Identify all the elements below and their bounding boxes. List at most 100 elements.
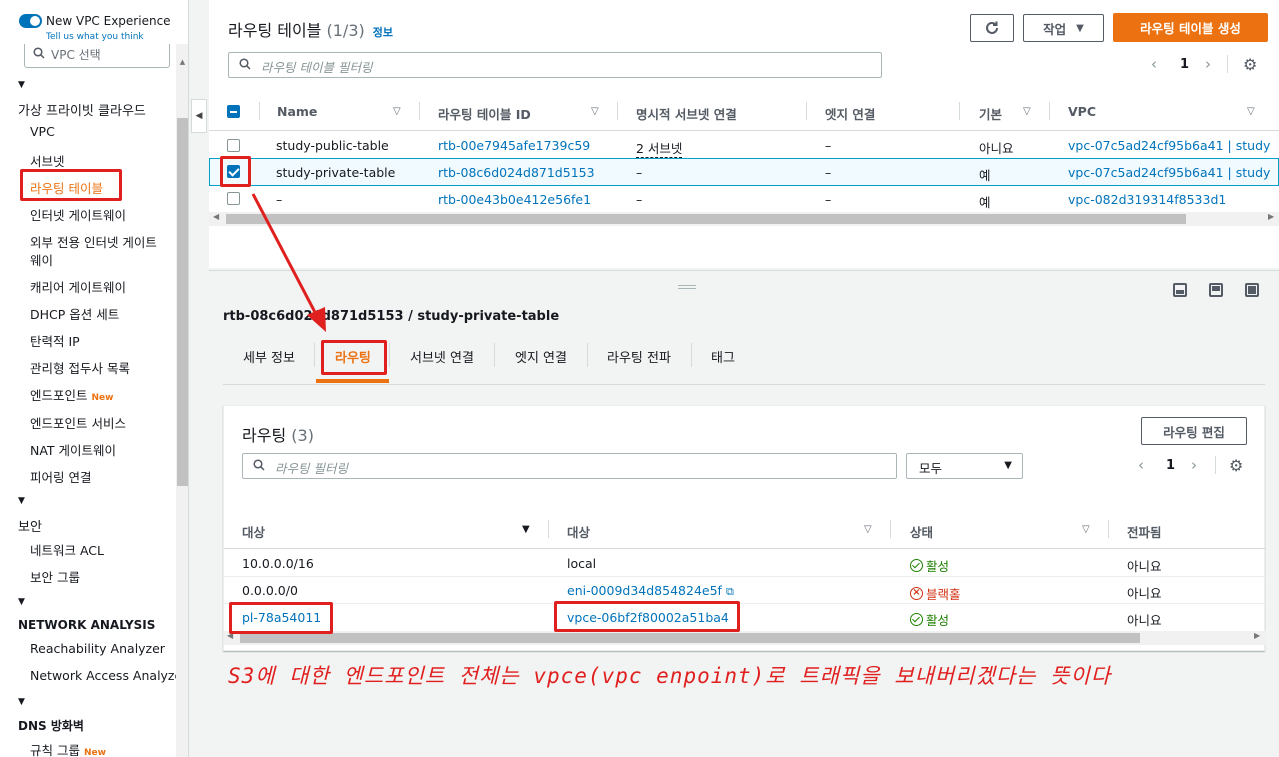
col-header-explicit-subnet[interactable]: 명시적 서브넷 연결 (636, 104, 737, 123)
col-header-edge[interactable]: 엣지 연결 (825, 104, 875, 123)
create-route-table-button[interactable]: 라우팅 테이블 생성 (1113, 13, 1268, 42)
select-all-checkbox[interactable] (227, 105, 240, 118)
sidebar-item-security-groups[interactable]: 보안 그룹 (30, 567, 80, 586)
caret-down-icon[interactable]: ▼ (18, 697, 25, 707)
routes-filter-select[interactable]: 모두 ▼ (906, 453, 1023, 479)
sidebar-item-elastic-ip[interactable]: 탄력적 IP (30, 331, 80, 350)
actions-dropdown[interactable]: 작업 ▼ (1023, 14, 1104, 42)
row-checkbox[interactable] (227, 139, 240, 152)
info-link[interactable]: 정보 (373, 26, 393, 39)
target-link[interactable]: eni-0009d34d854824e5f (567, 583, 722, 598)
col-header-status[interactable]: 상태 (910, 522, 933, 541)
sidebar-item-peering[interactable]: 피어링 연결 (30, 467, 91, 486)
caret-down-icon: ▼ (1004, 460, 1012, 471)
page-number[interactable]: 1 (1166, 458, 1175, 473)
divider (806, 102, 807, 120)
divider (494, 343, 495, 367)
new-vpc-experience-toggle[interactable] (19, 14, 42, 28)
sidebar-item-vpc[interactable]: VPC (30, 124, 55, 139)
scroll-left-icon[interactable]: ◀ (213, 212, 219, 221)
sort-icon[interactable]: ▽ (864, 524, 872, 535)
sidebar-item-endpoints[interactable]: 엔드포인트 New (30, 385, 113, 404)
scroll-up-icon[interactable]: ▲ (177, 58, 188, 66)
status-text: 활성 (926, 613, 950, 628)
col-header-name[interactable]: Name (277, 104, 317, 119)
cell-vpc[interactable]: vpc-07c5ad24cf95b6a41 | study (1068, 165, 1270, 180)
sidebar-item-egress-only-gateways[interactable]: 외부 전용 인터넷 게이트 (30, 232, 157, 251)
edit-routes-button[interactable]: 라우팅 편집 (1141, 417, 1247, 445)
cell-status: 활성 (910, 610, 949, 629)
divider (691, 343, 692, 367)
cell-route-table-id[interactable]: rtb-00e43b0e412e56fe1 (438, 192, 591, 207)
gear-icon[interactable]: ⚙ (1229, 456, 1243, 475)
scrollbar-thumb[interactable] (226, 214, 1186, 224)
page-title: 라우팅 테이블 (1/3) 정보 (228, 17, 393, 41)
refresh-button[interactable] (970, 14, 1014, 42)
chevron-left-icon[interactable]: ‹ (1138, 456, 1144, 474)
panel-resize-handle[interactable] (678, 285, 696, 289)
chevron-right-icon[interactable]: › (1205, 55, 1211, 73)
sort-icon[interactable]: ▽ (393, 106, 401, 117)
tab-details[interactable]: 세부 정보 (243, 347, 295, 366)
sidebar-item-dhcp-options[interactable]: DHCP 옵션 세트 (30, 304, 119, 323)
feedback-link[interactable]: Tell us what you think (46, 32, 144, 42)
route-table-filter-input[interactable]: 라우팅 테이블 필터링 (228, 52, 882, 78)
panel-side-icon[interactable] (1209, 283, 1223, 297)
sort-icon[interactable]: ▽ (1247, 106, 1255, 117)
sort-icon[interactable]: ▽ (1023, 106, 1031, 117)
sidebar-item-internet-gateways[interactable]: 인터넷 게이트웨이 (30, 205, 126, 224)
sidebar-item-reachability-analyzer[interactable]: Reachability Analyzer (30, 641, 165, 656)
sort-icon[interactable]: ▼ (522, 524, 530, 535)
gear-icon[interactable]: ⚙ (1243, 55, 1257, 74)
divider (389, 343, 390, 367)
tab-route-propagation[interactable]: 라우팅 전파 (607, 347, 671, 366)
vpc-select-input[interactable]: VPC 선택 (24, 44, 170, 68)
sidebar-item-nat-gateways[interactable]: NAT 게이트웨이 (30, 440, 116, 459)
sidebar-item-network-access-analyzer[interactable]: Network Access Analyzer (30, 668, 187, 683)
active-tab-indicator (316, 379, 389, 383)
sort-icon[interactable]: ▽ (591, 106, 599, 117)
caret-down-icon[interactable]: ▼ (18, 496, 25, 506)
col-header-main[interactable]: 기본 (979, 104, 1002, 123)
row-checkbox[interactable] (227, 192, 240, 205)
caret-down-icon[interactable]: ▼ (18, 597, 25, 607)
col-header-destination[interactable]: 대상 (242, 522, 265, 541)
sidebar-item-subnets[interactable]: 서브넷 (30, 151, 65, 170)
cell-route-table-id[interactable]: rtb-00e7945afe1739c59 (438, 138, 590, 153)
sidebar-item-prefix-lists[interactable]: 관리형 접두사 목록 (30, 358, 130, 377)
chevron-left-icon[interactable]: ‹ (1151, 55, 1157, 73)
panel-full-icon[interactable] (1245, 283, 1259, 297)
page-number[interactable]: 1 (1180, 57, 1189, 72)
col-header-route-table-id[interactable]: 라우팅 테이블 ID (438, 104, 531, 123)
scrollbar-thumb[interactable] (240, 633, 1140, 643)
sort-icon[interactable]: ▽ (1082, 524, 1090, 535)
col-header-vpc[interactable]: VPC (1068, 104, 1096, 119)
scroll-right-icon[interactable]: ▶ (1254, 631, 1260, 640)
sidebar-item-rule-groups[interactable]: 규칙 그룹 New (30, 740, 106, 757)
table-row-selected[interactable]: study-private-table rtb-08c6d024d871d515… (209, 158, 1279, 186)
panel-bottom-icon[interactable] (1173, 283, 1187, 297)
sidebar-item-endpoint-services[interactable]: 엔드포인트 서비스 (30, 413, 126, 432)
cell-edge: – (825, 165, 832, 180)
sidebar-item-carrier-gateways[interactable]: 캐리어 게이트웨이 (30, 277, 126, 296)
scroll-right-icon[interactable]: ▶ (1268, 212, 1274, 221)
cell-name: – (276, 192, 283, 207)
sidebar-item-egress-only-gateways-cont[interactable]: 웨이 (30, 250, 53, 269)
routes-filter-input[interactable]: 라우팅 필터링 (242, 453, 897, 479)
sidebar-scrollbar-thumb[interactable] (177, 118, 188, 486)
sidebar-item-network-acl[interactable]: 네트워크 ACL (30, 540, 104, 559)
caret-down-icon[interactable]: ▼ (18, 80, 25, 90)
cell-route-table-id[interactable]: rtb-08c6d024d871d5153 (438, 165, 595, 180)
tab-tags[interactable]: 태그 (711, 347, 735, 366)
cell-vpc[interactable]: vpc-082d319314f8533d1 (1068, 192, 1226, 207)
tab-subnet-associations[interactable]: 서브넷 연결 (410, 347, 474, 366)
tab-edge-associations[interactable]: 엣지 연결 (515, 347, 567, 366)
col-header-target[interactable]: 대상 (567, 522, 590, 541)
col-header-propagated[interactable]: 전파됨 (1127, 522, 1162, 541)
cell-subnet[interactable]: 2 서브넷 (636, 138, 683, 158)
divider (1227, 55, 1228, 73)
collapse-sidebar-button[interactable]: ◀ (191, 99, 207, 133)
cell-vpc[interactable]: vpc-07c5ad24cf95b6a41 | study (1068, 138, 1270, 153)
chevron-right-icon[interactable]: › (1191, 456, 1197, 474)
cell-target[interactable]: eni-0009d34d854824e5f ⧉ (567, 583, 734, 599)
